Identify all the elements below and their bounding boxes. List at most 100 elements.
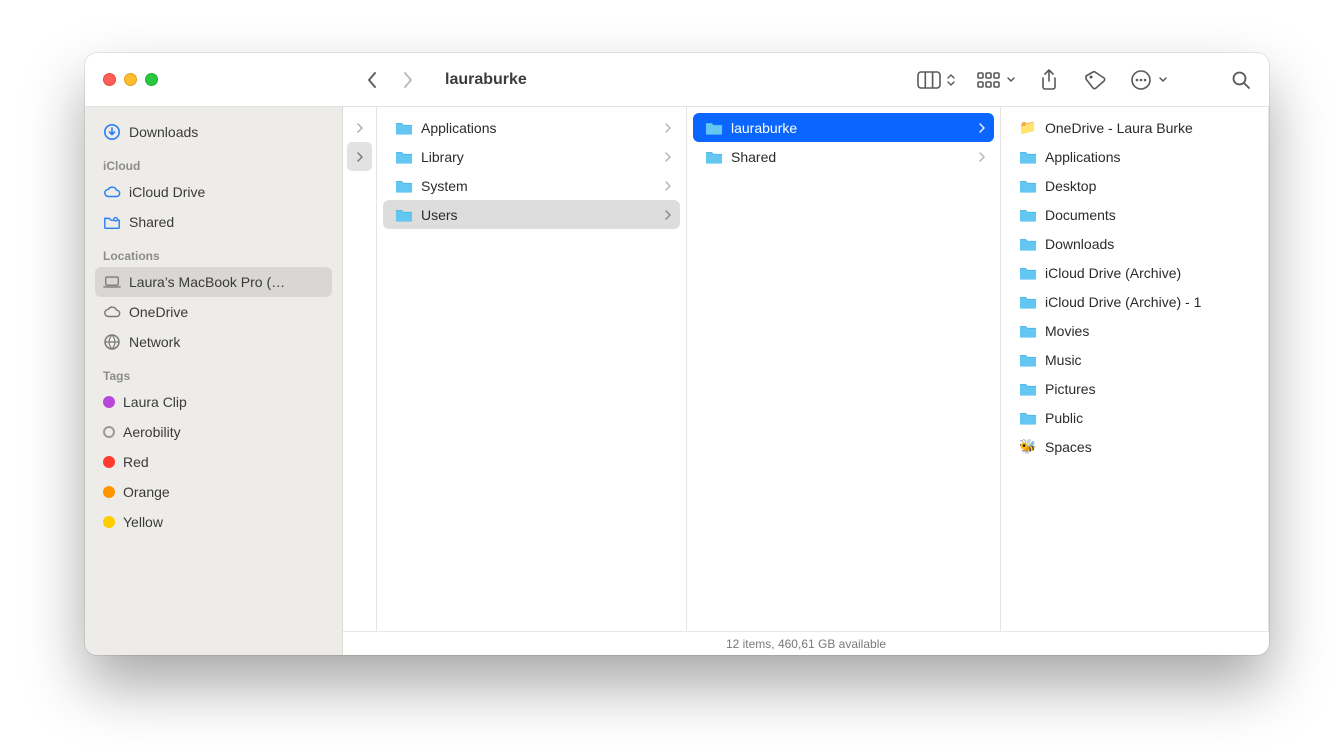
file-label: Shared [731,149,970,165]
sidebar-favorite-downloads[interactable]: Downloads [95,117,332,147]
column-2[interactable]: lauraburke Shared [687,107,1001,631]
folder-icon [1019,178,1037,194]
sidebar-item-label: Network [129,334,180,350]
file-label: Library [421,149,656,165]
forward-button[interactable] [393,65,423,95]
file-row[interactable]: Library [383,142,680,171]
more-actions-button[interactable] [1127,67,1169,93]
folder-icon [395,120,413,136]
file-row[interactable]: Documents [1007,200,1262,229]
updown-chevron-icon [945,67,957,93]
column-view: Applications Library System Users lauraburk… [343,107,1269,655]
folder-icon [1019,207,1037,223]
tag-dot-icon [103,396,115,408]
chevron-right-icon [978,152,986,162]
sidebar-item-label: Laura Clip [123,394,187,410]
chevron-down-icon [1005,67,1017,93]
column-1[interactable]: Applications Library System Users [377,107,687,631]
file-row[interactable]: Pictures [1007,374,1262,403]
tag-ring-icon [103,426,115,438]
tag-dot-icon [103,516,115,528]
sidebar-item-label: Downloads [129,124,198,140]
file-row[interactable]: Applications [1007,142,1262,171]
file-label: Movies [1045,323,1254,339]
file-row[interactable]: Downloads [1007,229,1262,258]
chevron-right-icon [664,181,672,191]
folder-icon [1019,410,1037,426]
sidebar-item-label: Shared [129,214,174,230]
file-label: OneDrive - Laura Burke [1045,120,1254,136]
chevron-right-icon [978,123,986,133]
root-row[interactable] [347,113,372,142]
file-row[interactable]: Movies [1007,316,1262,345]
folder-icon [395,207,413,223]
sidebar-header-tags: Tags [95,357,332,387]
file-label: Spaces [1045,439,1254,455]
sidebar-item-label: Aerobility [123,424,181,440]
sidebar-item-shared[interactable]: Shared [95,207,332,237]
file-row[interactable]: lauraburke [693,113,994,142]
laptop-icon [103,273,121,291]
sidebar-tag-orange[interactable]: Orange [95,477,332,507]
file-label: Documents [1045,207,1254,223]
sidebar-item-network[interactable]: Network [95,327,332,357]
toolbar-actions [915,67,1255,93]
file-row[interactable]: System [383,171,680,200]
file-row[interactable]: Shared [693,142,994,171]
file-row[interactable]: Music [1007,345,1262,374]
view-mode-control[interactable] [915,67,957,93]
folder-icon [1019,149,1037,165]
search-button[interactable] [1227,67,1255,93]
chevron-right-icon [664,152,672,162]
sidebar-item-label: Laura’s MacBook Pro (… [129,274,285,290]
file-label: lauraburke [731,120,970,136]
file-row[interactable]: 🐝Spaces [1007,432,1262,461]
root-row[interactable] [347,142,372,171]
folder-icon [395,178,413,194]
file-row[interactable]: Desktop [1007,171,1262,200]
group-by-control[interactable] [975,67,1017,93]
share-button[interactable] [1035,67,1063,93]
file-row[interactable]: Users [383,200,680,229]
window-title: lauraburke [445,71,527,89]
minimize-window[interactable] [124,73,137,86]
file-label: iCloud Drive (Archive) [1045,265,1254,281]
file-row[interactable]: 📁OneDrive - Laura Burke [1007,113,1262,142]
folder-icon [395,149,413,165]
column-3[interactable]: 📁OneDrive - Laura Burke Applications Deskt… [1001,107,1269,631]
file-row[interactable]: iCloud Drive (Archive) [1007,258,1262,287]
sidebar-tag-aerobility[interactable]: Aerobility [95,417,332,447]
globe-icon [103,333,121,351]
fullscreen-window[interactable] [145,73,158,86]
group-icon [975,67,1003,93]
sidebar: Downloads iCloud iCloud Drive Shared Loc… [85,107,343,655]
file-label: Applications [1045,149,1254,165]
sidebar-tag-yellow[interactable]: Yellow [95,507,332,537]
sidebar-item-this-mac[interactable]: Laura’s MacBook Pro (… [95,267,332,297]
ellipsis-circle-icon [1127,67,1155,93]
close-window[interactable] [103,73,116,86]
file-label: Users [421,207,656,223]
sidebar-item-label: OneDrive [129,304,188,320]
file-row[interactable]: Applications [383,113,680,142]
status-bar: 12 items, 460,61 GB available [343,631,1269,655]
sidebar-item-icloud-drive[interactable]: iCloud Drive [95,177,332,207]
column-root[interactable] [343,107,377,631]
folder-icon [1019,265,1037,281]
sidebar-header-icloud: iCloud [95,147,332,177]
folder-icon [705,120,723,136]
download-circle-icon [103,123,121,141]
folder-icon [1019,352,1037,368]
sidebar-item-onedrive[interactable]: OneDrive [95,297,332,327]
sidebar-tag-laura-clip[interactable]: Laura Clip [95,387,332,417]
back-button[interactable] [357,65,387,95]
chevron-right-icon [664,210,672,220]
sidebar-item-label: Red [123,454,149,470]
file-label: Music [1045,352,1254,368]
sidebar-tag-red[interactable]: Red [95,447,332,477]
file-row[interactable]: iCloud Drive (Archive) - 1 [1007,287,1262,316]
columns-view-icon [915,67,943,93]
file-row[interactable]: Public [1007,403,1262,432]
file-label: Pictures [1045,381,1254,397]
tags-button[interactable] [1081,67,1109,93]
